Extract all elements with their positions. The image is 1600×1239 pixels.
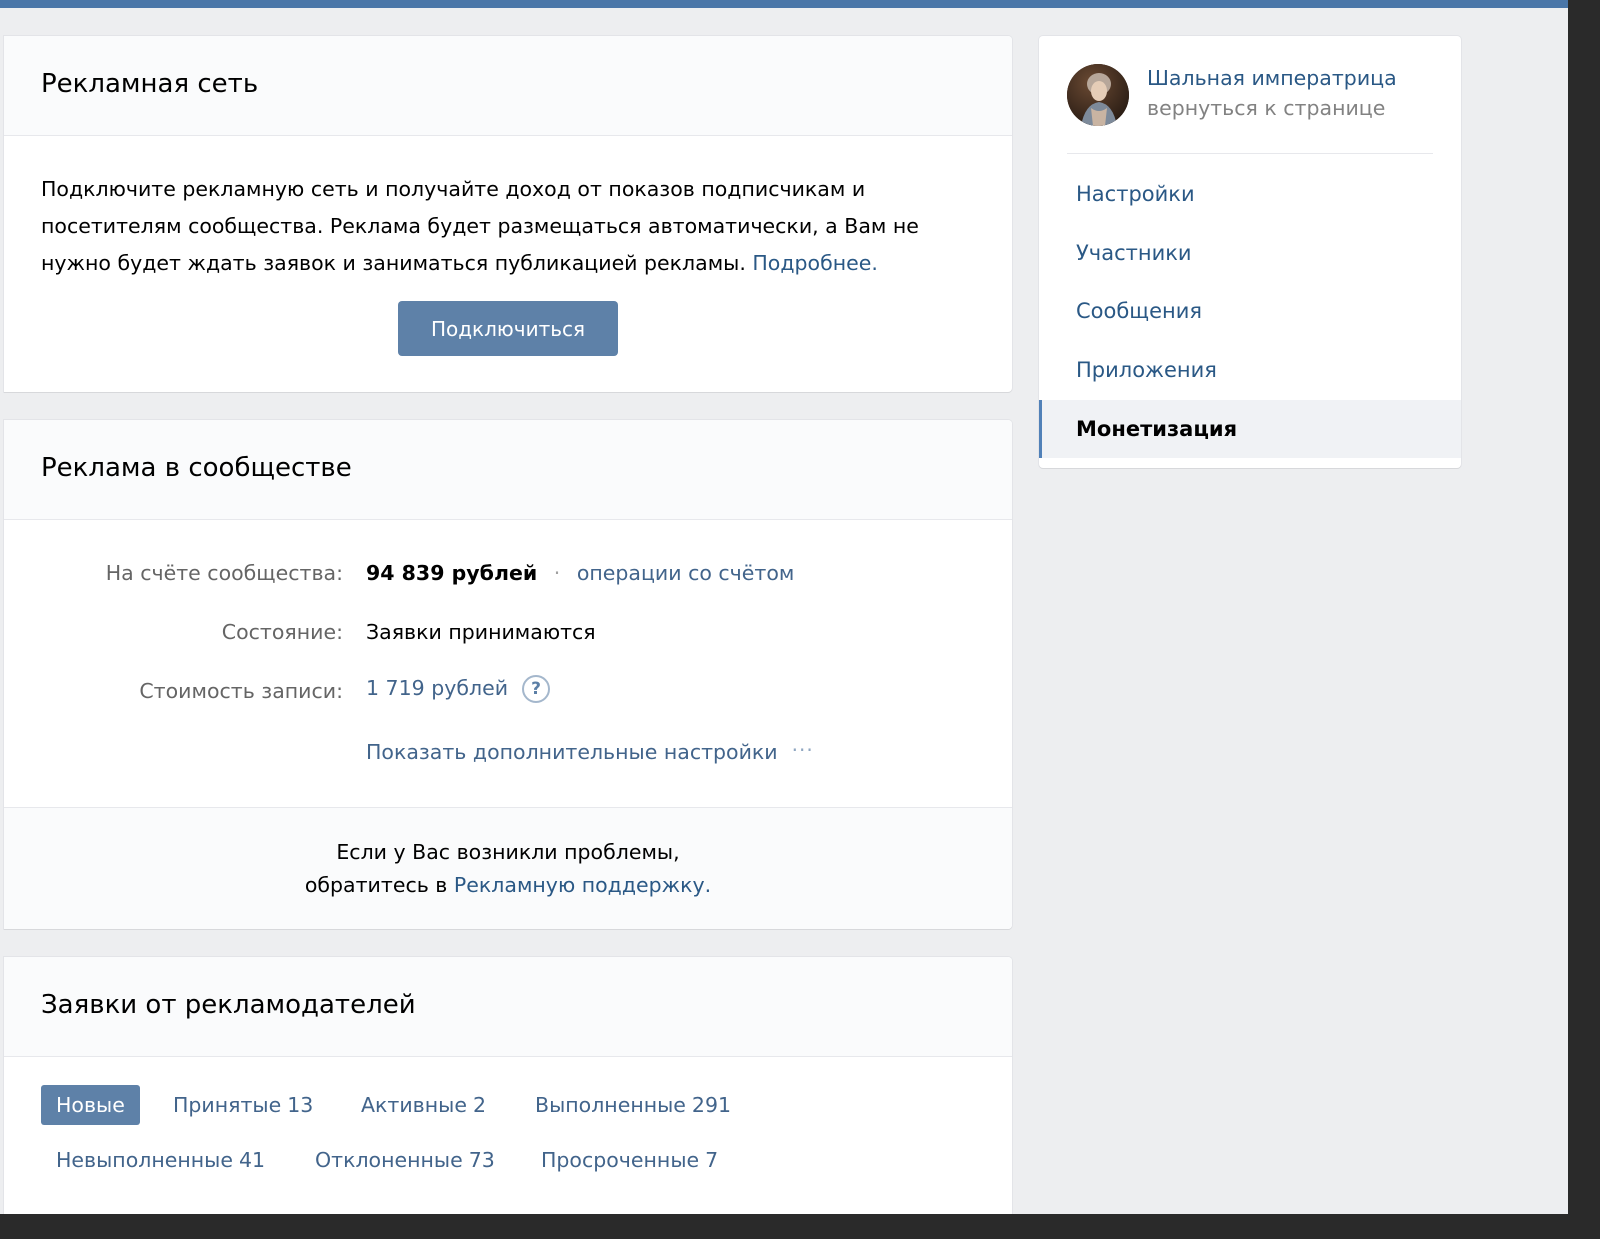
tab-count: 2 bbox=[472, 1093, 487, 1117]
support-line: Если у Вас возникли проблемы, bbox=[336, 840, 680, 864]
sidebar-menu: Шальная императрица вернуться к странице… bbox=[1039, 36, 1461, 468]
ad-network-header: Рекламная сеть bbox=[4, 36, 1012, 136]
description-line: Подключите рекламную сеть и получайте до… bbox=[41, 177, 866, 201]
requests-title: Заявки от рекламодателей bbox=[41, 990, 416, 1020]
back-to-page-link[interactable]: вернуться к странице bbox=[1147, 96, 1385, 120]
community-ads-card: Реклама в сообществе На счёте сообщества… bbox=[4, 420, 1012, 929]
description-text: нужно будет ждать заявок и заниматься пу… bbox=[41, 251, 746, 275]
tab-count: 13 bbox=[287, 1093, 314, 1117]
tab-count: 73 bbox=[468, 1148, 495, 1172]
support-line: обратитесь в Рекламную поддержку. bbox=[4, 869, 1012, 902]
connect-button[interactable]: Подключиться bbox=[398, 301, 618, 356]
tab-accepted[interactable]: Принятые 13 bbox=[158, 1085, 328, 1125]
ad-network-title: Рекламная сеть bbox=[41, 69, 259, 99]
help-icon[interactable]: ? bbox=[522, 675, 551, 703]
community-name[interactable]: Шальная императрица bbox=[1147, 66, 1397, 90]
tab-count: 7 bbox=[705, 1148, 719, 1172]
sidebar-item-monetization[interactable]: Монетизация bbox=[1039, 400, 1461, 458]
avatar[interactable] bbox=[1067, 64, 1129, 126]
avatar-portrait-icon bbox=[1067, 64, 1129, 126]
tab-label: Невыполненные bbox=[56, 1148, 233, 1172]
sidebar-item-members[interactable]: Участники bbox=[1039, 224, 1461, 282]
tab-label: Отклоненные bbox=[315, 1148, 463, 1172]
screen: Рекламная сеть Подключите рекламную сеть… bbox=[0, 0, 1568, 1214]
sidebar-divider bbox=[1067, 153, 1433, 154]
description-line: посетителям сообщества. Реклама будет ра… bbox=[41, 214, 919, 238]
operations-link[interactable]: операции со счётом bbox=[577, 561, 795, 585]
requests-header: Заявки от рекламодателей bbox=[4, 957, 1012, 1057]
balance-label: На счёте сообщества: bbox=[105, 561, 343, 585]
tab-label: Активные bbox=[361, 1093, 467, 1117]
sidebar-item-apps[interactable]: Приложения bbox=[1039, 341, 1461, 399]
tab-new[interactable]: Новые bbox=[41, 1085, 140, 1125]
support-prefix: обратитесь в bbox=[304, 873, 448, 897]
ad-network-card: Рекламная сеть Подключите рекламную сеть… bbox=[4, 36, 1012, 392]
community-ads-header: Реклама в сообществе bbox=[4, 420, 1012, 520]
tab-active[interactable]: Активные 2 bbox=[346, 1085, 501, 1125]
tab-expired[interactable]: Просроченные 7 bbox=[526, 1140, 733, 1180]
tab-count: 41 bbox=[238, 1148, 266, 1172]
ad-network-description: Подключите рекламную сеть и получайте до… bbox=[41, 171, 919, 282]
status-value[interactable]: Заявки принимаются bbox=[366, 620, 596, 644]
price-value: 1 719 рублей bbox=[366, 676, 509, 700]
price-row: 1 719 рублей? bbox=[366, 675, 551, 703]
requests-card: Заявки от рекламодателей Новые Принятые 1… bbox=[4, 957, 1012, 1214]
balance-row: 94 839 рублей · операции со счётом bbox=[366, 561, 794, 585]
tab-rejected[interactable]: Отклоненные 73 bbox=[300, 1140, 510, 1180]
tab-label: Принятые bbox=[173, 1093, 282, 1117]
tab-label: Выполненные bbox=[535, 1093, 686, 1117]
tab-completed[interactable]: Выполненные 291 bbox=[520, 1085, 746, 1125]
more-dots-icon[interactable]: ··· bbox=[792, 738, 814, 762]
description-line: нужно будет ждать заявок и заниматься пу… bbox=[41, 245, 919, 282]
sidebar-item-settings[interactable]: Настройки bbox=[1039, 165, 1461, 223]
tab-label: Просроченные bbox=[541, 1148, 700, 1172]
support-note: Если у Вас возникли проблемы, обратитесь… bbox=[4, 807, 1012, 929]
tab-count: 291 bbox=[691, 1093, 732, 1117]
top-bar bbox=[0, 0, 1568, 8]
balance-value: 94 839 рублей bbox=[366, 561, 538, 585]
tab-not-completed[interactable]: Невыполненные 41 bbox=[41, 1140, 280, 1180]
support-link[interactable]: Рекламную поддержку. bbox=[454, 873, 711, 897]
separator: · bbox=[553, 561, 561, 585]
community-ads-title: Реклама в сообществе bbox=[41, 453, 352, 483]
tab-label: Новые bbox=[56, 1093, 125, 1117]
sidebar-item-messages[interactable]: Сообщения bbox=[1039, 282, 1461, 340]
price-label: Стоимость записи: bbox=[139, 679, 343, 703]
more-settings-row: Показать дополнительные настройки ··· bbox=[366, 738, 814, 764]
status-label: Состояние: bbox=[221, 620, 343, 644]
more-settings-link[interactable]: Показать дополнительные настройки bbox=[366, 740, 778, 764]
more-link[interactable]: Подробнее. bbox=[752, 251, 877, 275]
